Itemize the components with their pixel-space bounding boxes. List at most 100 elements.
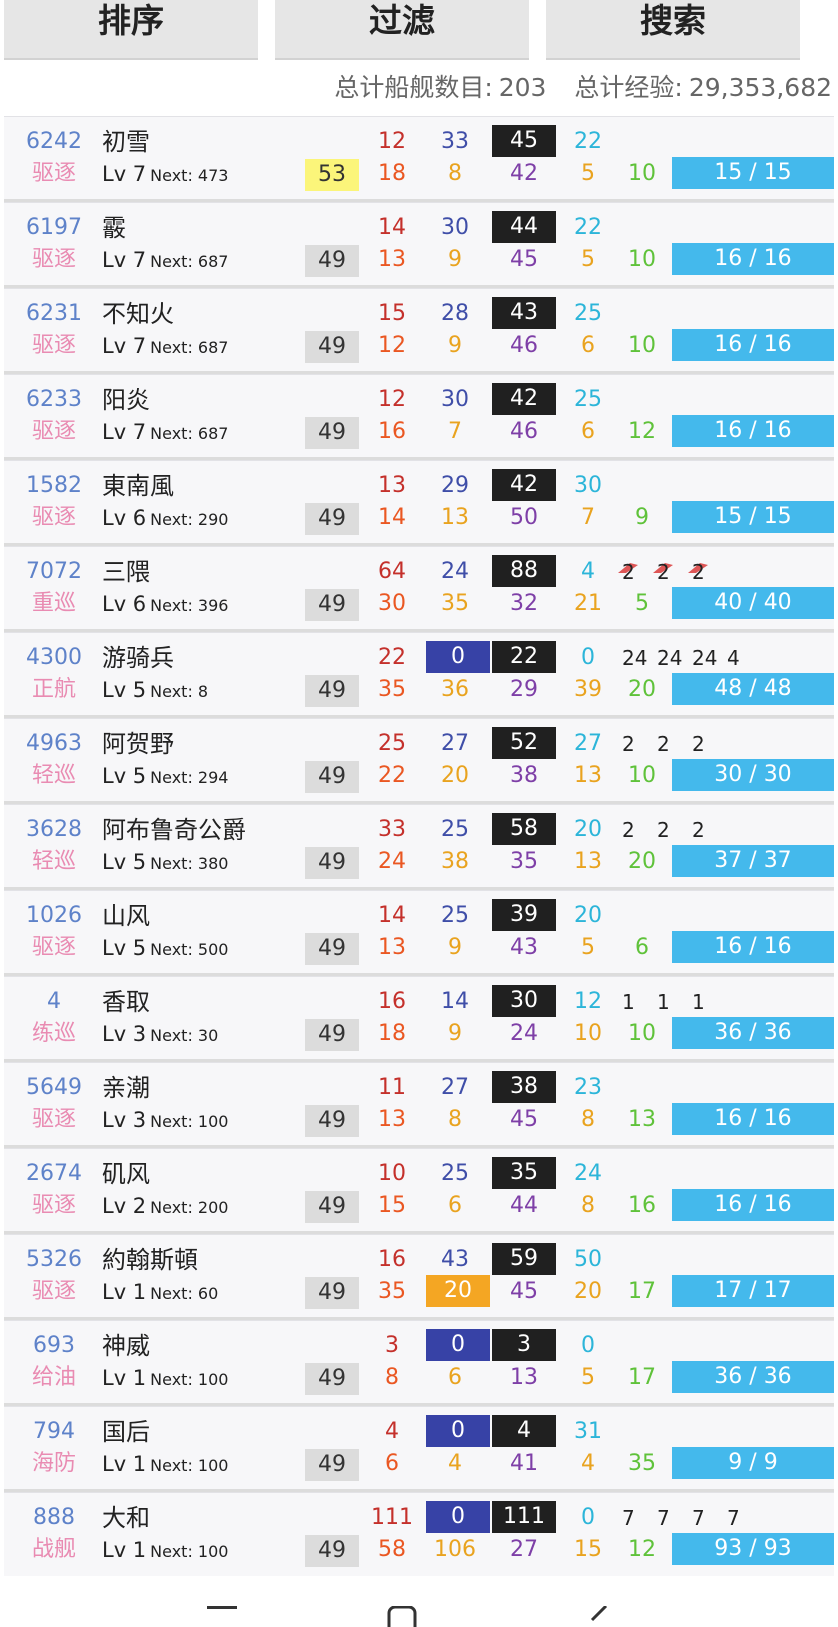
- level-value: Lv 7: [102, 420, 147, 444]
- ship-type: 给油: [31, 1365, 76, 1390]
- home-icon[interactable]: [386, 1606, 420, 1627]
- ship-row[interactable]: 2674 驱逐 矶风 Lv 2 Next: 200 49 10 25 35 24 …: [4, 1148, 834, 1234]
- stat-firepower: 16: [378, 1247, 406, 1272]
- supply-bar: 15 / 15: [672, 501, 834, 533]
- supply-bar: 48 / 48: [672, 673, 834, 705]
- search-tab[interactable]: 搜索: [546, 0, 800, 60]
- ship-id: 6197: [26, 215, 82, 240]
- level-value: Lv 7: [102, 162, 147, 186]
- stat-evasion: 0: [581, 1333, 595, 1358]
- aircraft-slots: 111: [622, 987, 727, 1017]
- stat-evasion: 22: [574, 129, 602, 154]
- ship-row[interactable]: 1026 驱逐 山风 Lv 5 Next: 500 49 14 25 39 20 …: [4, 890, 834, 976]
- stat-los: 39: [574, 677, 602, 702]
- condition-badge: 49: [305, 1535, 359, 1567]
- ship-id: 7072: [26, 559, 82, 584]
- supply-bar: 16 / 16: [672, 1189, 834, 1221]
- ship-row[interactable]: 6231 驱逐 不知火 Lv 7 Next: 687 49 15 28 43 25…: [4, 288, 834, 374]
- slot-count: 24: [692, 646, 718, 670]
- ship-row[interactable]: 5326 驱逐 約翰斯頓 Lv 1 Next: 60 49 16 43 59 50…: [4, 1234, 834, 1320]
- stat-evasion: 12: [574, 989, 602, 1014]
- level-value: Lv 6: [102, 506, 147, 530]
- stat-total-badge: 42: [492, 383, 556, 415]
- slot-count: 2: [692, 732, 705, 756]
- aircraft-slots: 7777: [622, 1503, 762, 1533]
- stat-los: 5: [581, 247, 595, 272]
- stat-asw: 44: [510, 1193, 538, 1218]
- stat-evasion: 24: [574, 1161, 602, 1186]
- ship-name: 大和: [102, 1504, 150, 1532]
- condition-badge: 49: [305, 1277, 359, 1309]
- ship-type: 驱逐: [31, 247, 76, 272]
- ship-row[interactable]: 693 给油 神威 Lv 1 Next: 100 49 3 0 3 0 8 6 1…: [4, 1320, 834, 1406]
- stat-asw: 13: [510, 1365, 538, 1390]
- stat-total-badge: 38: [492, 1071, 556, 1103]
- level-value: Lv 7: [102, 248, 147, 272]
- stat-luck: 17: [628, 1365, 656, 1390]
- slot-count: 24: [622, 646, 648, 670]
- level-value: Lv 3: [102, 1022, 147, 1046]
- system-navigation-bar: [0, 1576, 838, 1627]
- ship-type: 驱逐: [31, 333, 76, 358]
- ship-row[interactable]: 3628 轻巡 阿布鲁奇公爵 Lv 5 Next: 380 49 33 25 58…: [4, 804, 834, 890]
- ship-name: 三隈: [102, 558, 150, 586]
- ship-name: 矶风: [102, 1160, 150, 1188]
- condition-badge: 49: [305, 1449, 359, 1481]
- condition-badge: 49: [305, 503, 359, 535]
- ship-level: Lv 5 Next: 380: [102, 847, 228, 879]
- stat-torpedo: 0: [426, 1415, 490, 1447]
- supply-bar: 36 / 36: [672, 1361, 834, 1393]
- filter-tab[interactable]: 过滤: [275, 0, 529, 60]
- next-exp: Next: 380: [150, 854, 229, 873]
- ship-row[interactable]: 5649 驱逐 亲潮 Lv 3 Next: 100 49 11 27 38 23 …: [4, 1062, 834, 1148]
- stat-armor: 6: [385, 1451, 399, 1476]
- level-value: Lv 5: [102, 936, 147, 960]
- stat-armor: 14: [378, 505, 406, 530]
- ship-row[interactable]: 1582 驱逐 東南風 Lv 6 Next: 290 49 13 29 42 30…: [4, 460, 834, 546]
- condition-badge: 49: [305, 331, 359, 363]
- ship-row[interactable]: 888 战舰 大和 Lv 1 Next: 100 49 111 0 111 0 5…: [4, 1492, 834, 1578]
- stat-total-badge: 59: [492, 1243, 556, 1275]
- menu-icon[interactable]: [205, 1606, 239, 1627]
- stat-evasion: 20: [574, 903, 602, 928]
- supply-bar: 40 / 40: [672, 587, 834, 619]
- ship-row[interactable]: 4300 正航 游骑兵 Lv 5 Next: 8 49 22 0 22 0 35 …: [4, 632, 834, 718]
- stat-total-badge: 44: [492, 211, 556, 243]
- ship-row[interactable]: 4 练巡 香取 Lv 3 Next: 30 49 16 14 30 12 18 9…: [4, 976, 834, 1062]
- ship-name: 亲潮: [102, 1074, 150, 1102]
- level-value: Lv 1: [102, 1538, 147, 1562]
- ship-row[interactable]: 6242 驱逐 初雪 Lv 7 Next: 473 53 12 33 45 22 …: [4, 116, 834, 202]
- stat-luck: 35: [628, 1451, 656, 1476]
- stat-torpedo: 30: [441, 215, 469, 240]
- stat-asw: 42: [510, 161, 538, 186]
- level-value: Lv 1: [102, 1280, 147, 1304]
- sort-tab[interactable]: 排序: [4, 0, 258, 60]
- condition-badge: 49: [305, 761, 359, 793]
- stat-los: 7: [581, 505, 595, 530]
- stat-torpedo: 27: [441, 1075, 469, 1100]
- ship-id: 5649: [26, 1075, 82, 1100]
- stat-luck: 9: [635, 505, 649, 530]
- ship-row[interactable]: 6197 驱逐 霰 Lv 7 Next: 687 49 14 30 44 22 1…: [4, 202, 834, 288]
- ship-row[interactable]: 7072 重巡 三隈 Lv 6 Next: 396 49 64 24 88 4 3…: [4, 546, 834, 632]
- ship-name: 阿贺野: [102, 730, 174, 758]
- stat-asw: 46: [510, 333, 538, 358]
- stat-firepower: 10: [378, 1161, 406, 1186]
- ship-level: Lv 6 Next: 290: [102, 503, 228, 535]
- condition-badge: 49: [305, 245, 359, 277]
- next-exp: Next: 100: [150, 1542, 229, 1561]
- stat-torpedo: 29: [441, 473, 469, 498]
- back-icon[interactable]: [584, 1606, 618, 1627]
- slot-count: 2: [622, 818, 635, 842]
- next-exp: Next: 60: [150, 1284, 219, 1303]
- ship-row[interactable]: 794 海防 国后 Lv 1 Next: 100 49 4 0 4 31 6 4 …: [4, 1406, 834, 1492]
- stat-luck: 10: [628, 1021, 656, 1046]
- ship-type: 轻巡: [31, 763, 76, 788]
- stat-luck: 10: [628, 763, 656, 788]
- next-exp: Next: 687: [150, 338, 229, 357]
- ship-row[interactable]: 6233 驱逐 阳炎 Lv 7 Next: 687 49 12 30 42 25 …: [4, 374, 834, 460]
- stat-total-badge: 52: [492, 727, 556, 759]
- ship-row[interactable]: 4963 轻巡 阿贺野 Lv 5 Next: 294 49 25 27 52 27…: [4, 718, 834, 804]
- ship-id: 6233: [26, 387, 82, 412]
- stat-los: 5: [581, 161, 595, 186]
